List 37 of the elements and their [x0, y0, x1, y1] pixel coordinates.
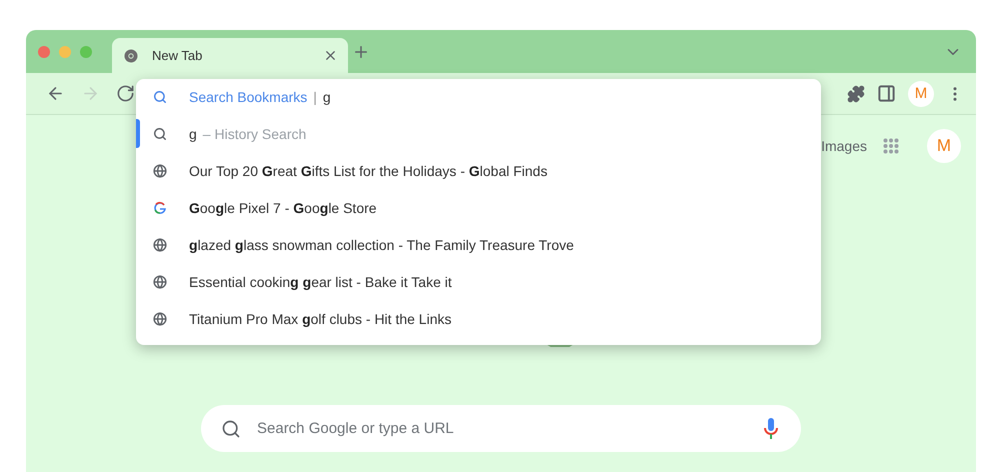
suggestion-row[interactable]: Essential cooking gear list - Bake it Take it [136, 263, 821, 300]
suggestion-row[interactable]: g – History Search [136, 115, 821, 152]
globe-icon [153, 312, 167, 326]
globe-icon [153, 274, 167, 288]
separator-text: | [313, 89, 317, 105]
suggestion-label: – History Search [202, 126, 306, 142]
search-icon [153, 90, 167, 104]
suggestion-text: Google Pixel 7 - Google Store [189, 200, 377, 216]
query-text: g [322, 89, 331, 105]
suggestion-text: glazed glass snowman collection - The Family Treasure Trove [189, 236, 574, 252]
browser-tab[interactable]: New Tab [112, 38, 348, 73]
suggestion-row[interactable]: Titanium Pro Max golf clubs - Hit the Links [136, 300, 821, 337]
suggestion-row[interactable]: Google Pixel 7 - Google Store [136, 189, 821, 226]
arrow-right-icon [81, 84, 100, 103]
suggestion-text: Essential cooking gear list - Bake it Take it [189, 274, 452, 290]
suggestion-row[interactable]: Our Top 20 Great Gifts List for the Holidays - Global Finds [136, 152, 821, 189]
apps-grid-icon[interactable] [883, 138, 899, 154]
browser-favicon-icon [124, 48, 138, 62]
search-icon [221, 418, 241, 438]
reload-icon [116, 84, 135, 103]
globe-icon [153, 238, 167, 252]
microphone-icon[interactable] [763, 416, 779, 440]
suggestion-label: Search Bookmarks [189, 89, 308, 105]
suggestion-row[interactable]: Search Bookmarks | g [136, 79, 821, 115]
suggestion-row[interactable]: glazed glass snowman collection - The Family Treasure Trove [136, 226, 821, 263]
suggestion-text: Our Top 20 Great Gifts List for the Holidays - Global Finds [189, 162, 548, 178]
tab-title: New Tab [152, 48, 204, 63]
close-tab-icon[interactable] [323, 48, 338, 63]
suggestion-text: Titanium Pro Max golf clubs - Hit the Links [189, 310, 452, 326]
search-icon [153, 126, 167, 140]
query-text: g [189, 126, 197, 142]
globe-icon [153, 164, 167, 178]
search-field[interactable]: Search Google or type a URL [201, 405, 801, 452]
multicolor-g-icon [153, 200, 167, 214]
images-link[interactable]: Images [821, 138, 867, 154]
puzzle-icon[interactable] [847, 84, 865, 102]
side-panel-icon[interactable] [877, 84, 896, 103]
